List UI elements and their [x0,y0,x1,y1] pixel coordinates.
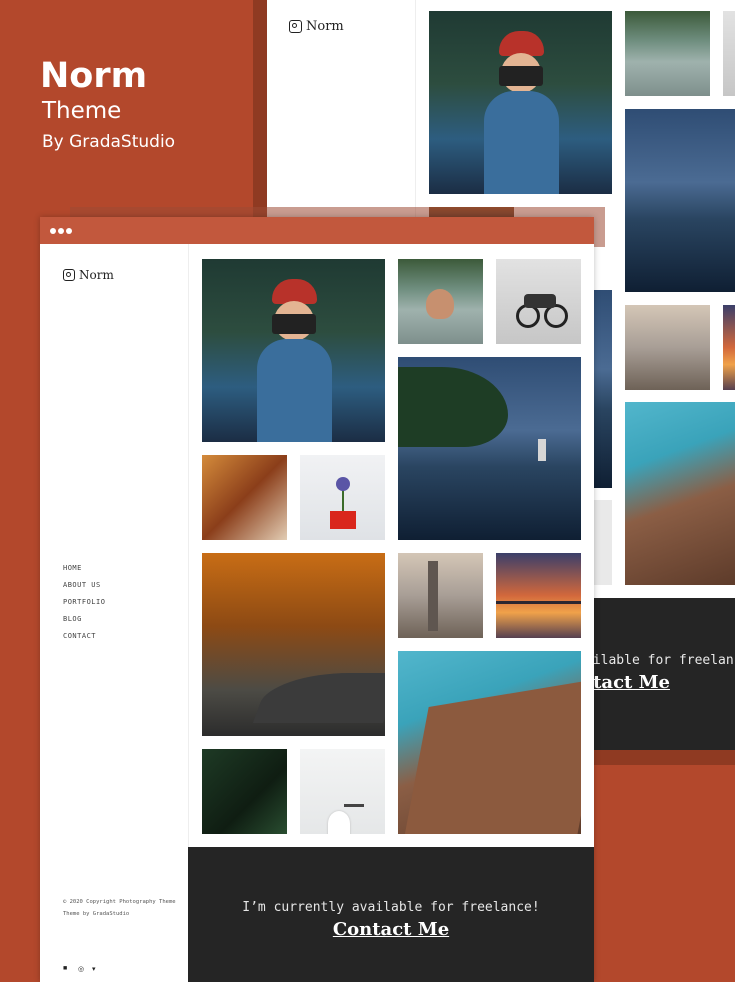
photo-skyscraper[interactable] [398,651,581,834]
back-photo-edge[interactable] [594,500,612,585]
footer-tagline: I’m currently available for freelance! [242,900,540,915]
photo-city-tower[interactable] [398,553,483,638]
hero-subtitle: Theme [42,98,122,124]
back-photo-water[interactable] [625,11,710,96]
nav-contact[interactable]: CONTACT [63,632,96,640]
sidebar: Norm HOME ABOUT US PORTFOLIO BLOG CONTAC… [40,244,189,982]
photo-water-swimmer[interactable] [398,259,483,344]
photo-bridge-sunset[interactable] [496,553,581,638]
instagram-icon[interactable]: ◎ [78,965,84,973]
site-logo-text: Norm [79,268,114,282]
back-logo-text: Norm [306,19,344,34]
instagram-icon [63,269,75,281]
window-titlebar [40,217,594,244]
back-photo-moto[interactable] [723,11,735,96]
window-dot-icon[interactable] [66,228,72,234]
site-logo[interactable]: Norm [63,268,114,282]
photo-autumn-road[interactable] [202,553,385,736]
facebook-icon[interactable]: ■ [63,965,67,972]
twitter-icon[interactable]: ▾ [92,965,96,973]
window-dot-icon[interactable] [50,228,56,234]
nav-blog[interactable]: BLOG [63,615,82,623]
back-logo[interactable]: Norm [289,19,344,34]
back-photo-tree[interactable] [625,109,735,292]
back-photo-city[interactable] [625,305,710,390]
footer: I’m currently available for freelance! C… [188,847,594,982]
nav-about-us[interactable]: ABOUT US [63,581,101,589]
photo-plant-pot[interactable] [300,455,385,540]
photo-white-bird[interactable] [300,749,385,834]
contact-me-link[interactable]: Contact Me [188,919,594,940]
browser-window: Norm HOME ABOUT US PORTFOLIO BLOG CONTAC… [40,217,594,982]
photo-woman-camera[interactable] [202,259,385,442]
back-photo-bridge[interactable] [723,305,735,390]
hero-byline: By GradaStudio [42,132,176,152]
photo-fern[interactable] [202,749,287,834]
nav-home[interactable]: HOME [63,564,82,572]
photo-tree-lake[interactable] [398,357,581,540]
window-dot-icon[interactable] [58,228,64,234]
hero-title: Norm [40,56,148,96]
nav-portfolio[interactable]: PORTFOLIO [63,598,105,606]
back-photo-tree-edge[interactable] [594,290,612,488]
back-photo-woman-camera[interactable] [429,11,612,194]
instagram-icon [289,20,302,33]
photo-motorcycle[interactable] [496,259,581,344]
back-photo-building[interactable] [625,402,735,585]
photo-canyon-waterfall[interactable] [202,455,287,540]
copyright-text: © 2020 Copyright Photography Theme Theme… [63,899,176,917]
back-footer-tagline: ailable for freelanc [585,653,735,668]
